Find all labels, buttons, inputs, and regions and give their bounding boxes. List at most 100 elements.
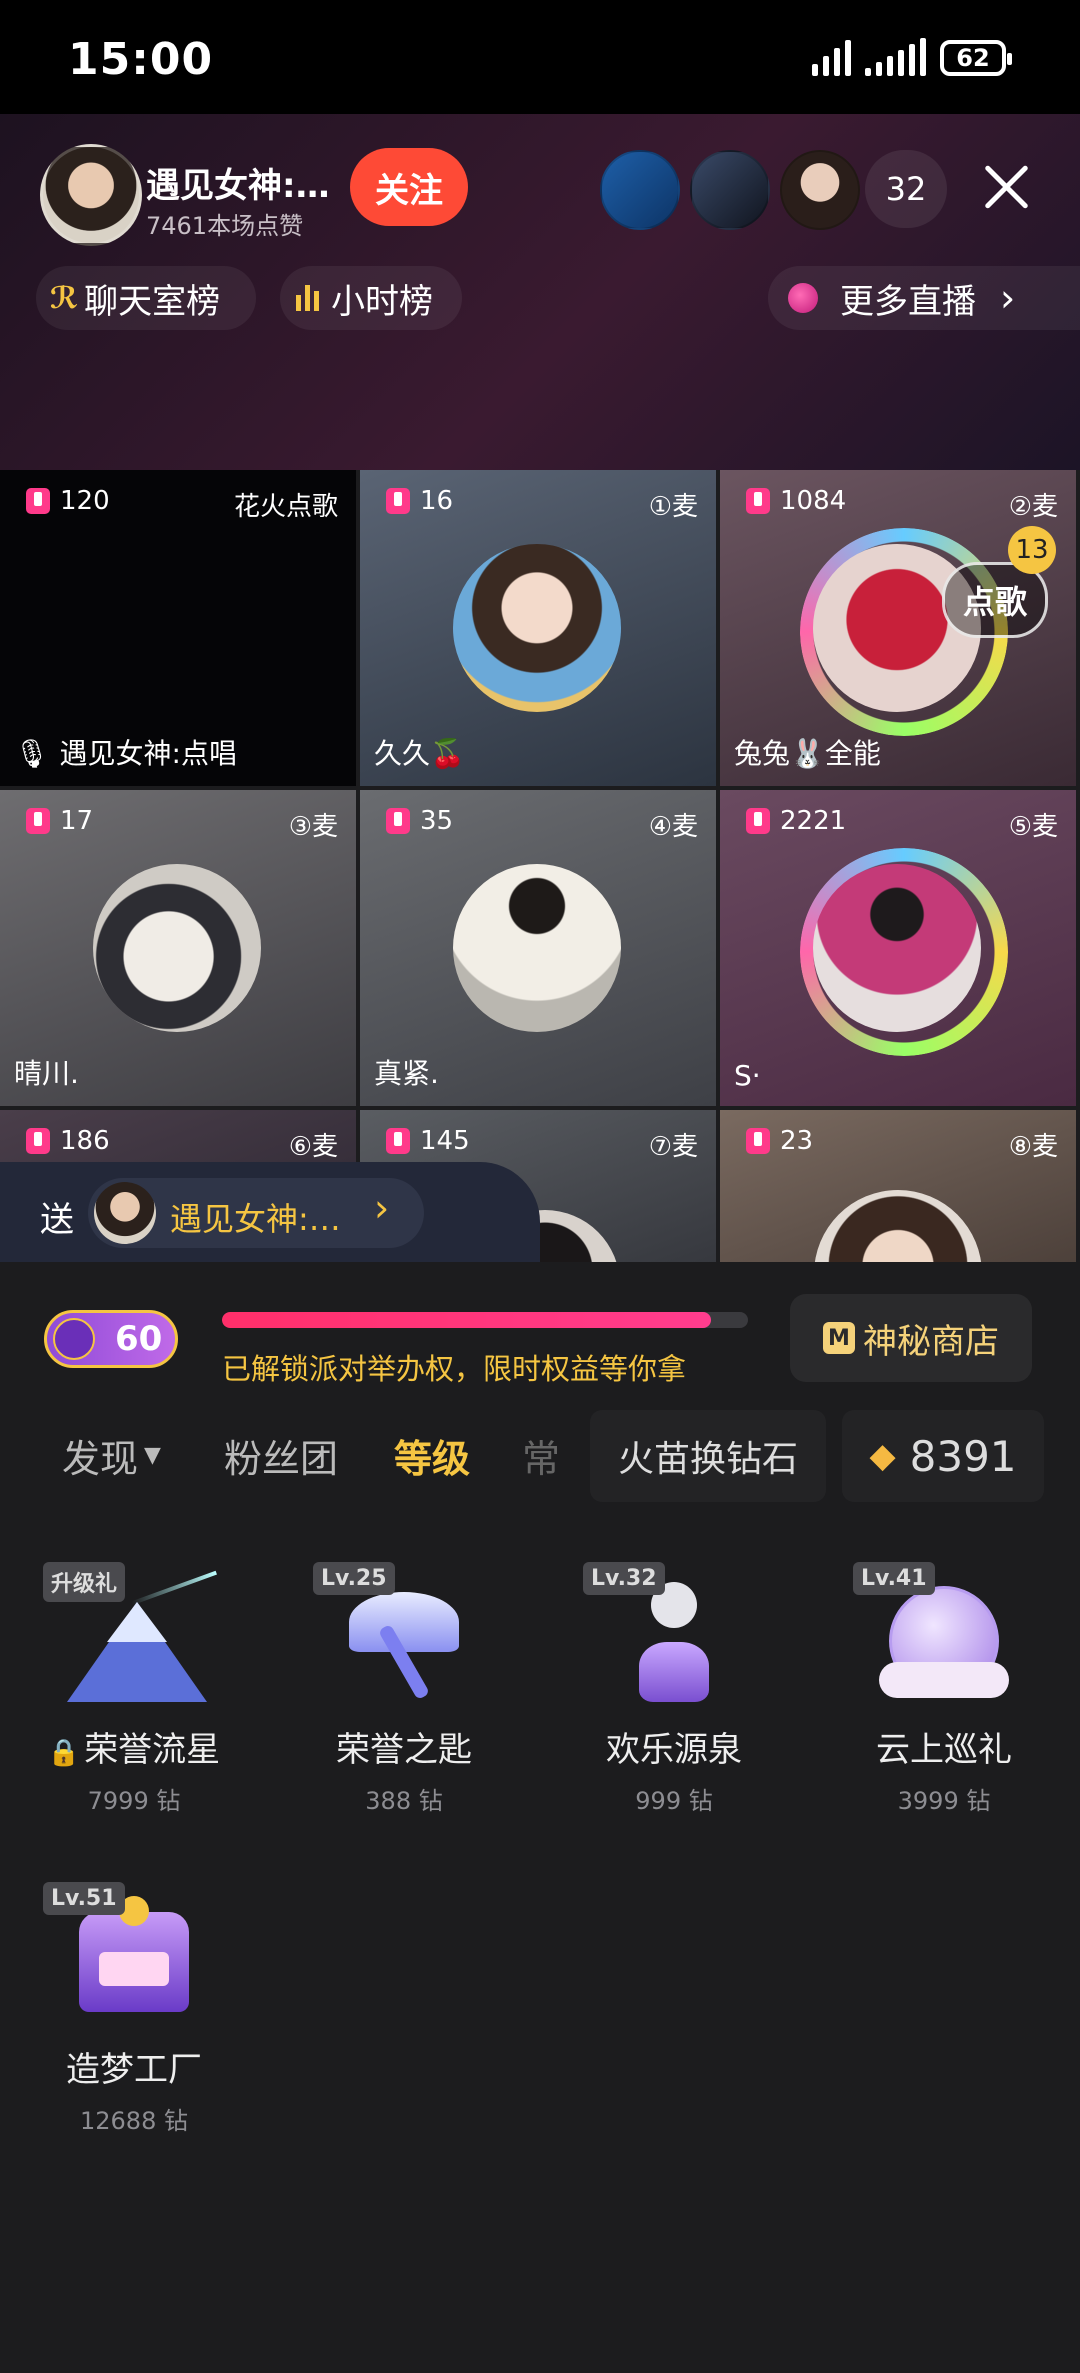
seat-count: 23 (780, 1126, 814, 1156)
seat-count: 1084 (780, 486, 847, 516)
mic-off-icon: 🎙 (14, 737, 50, 770)
seat-count: 17 (60, 806, 94, 836)
gift-box-icon (26, 808, 50, 834)
more-live-button[interactable]: 更多直播 › (768, 266, 1080, 330)
chevron-right-icon: › (1000, 276, 1016, 320)
gift-box-icon (26, 1128, 50, 1154)
close-icon[interactable] (980, 160, 1032, 212)
recipient-selector[interactable]: 遇见女神:… › (88, 1178, 424, 1248)
seat-avatar[interactable] (93, 864, 261, 1032)
host-likes: 7461本场点赞 (146, 212, 304, 240)
more-live-label: 更多直播 (840, 281, 976, 322)
seat-8[interactable]: 23 ⑧麦 (720, 1110, 1076, 1280)
seat-count: 2221 (780, 806, 847, 836)
seat-avatar[interactable] (453, 544, 621, 712)
seat-host[interactable]: 120 花火点歌 🎙 遇见女神:点唱 (0, 470, 356, 786)
status-time: 15:00 (68, 34, 214, 85)
seat-tag: ②麦 (1008, 492, 1058, 522)
signal-icon-2 (865, 36, 926, 76)
seat-name: 🎙 遇见女神:点唱 (14, 737, 237, 770)
seat-3[interactable]: 17 ③麦 晴川. (0, 790, 356, 1106)
seat-avatar[interactable] (453, 864, 621, 1032)
seat-name: 兔兔🐰全能 (734, 737, 881, 770)
gift-tag: 升级礼 (43, 1562, 126, 1602)
level-badge[interactable]: 60 (44, 1310, 178, 1368)
level-progress-bar (222, 1312, 748, 1328)
gift-tabs: 发现 ▼ 粉丝团 等级 常 火苗换钻石 ◆ 8391 (0, 1406, 1080, 1506)
gift-tag: Lv.51 (43, 1882, 125, 1915)
gift-price: 388 钻 (365, 1787, 443, 1815)
gift-item[interactable]: Lv.51 造梦工厂 12688 钻 (24, 1882, 244, 2136)
gift-price: 999 钻 (635, 1787, 713, 1815)
gift-tag: Lv.41 (853, 1562, 935, 1595)
seat-tag: 花火点歌 (233, 492, 338, 522)
seat-1[interactable]: 16 ①麦 久久🍒 (360, 470, 716, 786)
seat-tag: ⑤麦 (1008, 812, 1058, 842)
dream-factory-icon: Lv.51 (43, 1882, 219, 2032)
gift-name: 云上巡礼 (876, 1730, 1012, 1770)
viewer-avatars[interactable] (600, 150, 860, 230)
tab-regular[interactable]: 常 (522, 1428, 560, 1483)
seat-2[interactable]: 1084 ②麦 点歌 13 兔兔🐰全能 (720, 470, 1076, 786)
hour-rank-button[interactable]: 小时榜 (280, 266, 462, 330)
seat-name: 真紧. (374, 1057, 439, 1090)
viewer-avatar[interactable] (600, 150, 680, 230)
seat-count: 35 (420, 806, 454, 836)
seat-count: 120 (60, 486, 110, 516)
seat-tag: ⑧麦 (1008, 1132, 1058, 1162)
level-hint: 已解锁派对举办权，限时权益等你拿 (222, 1352, 687, 1386)
hour-rank-label: 小时榜 (331, 281, 433, 322)
diamond-icon: ◆ (869, 1436, 896, 1476)
mountain-meteor-icon: 升级礼 (43, 1562, 219, 1712)
seat-name: 久久🍒 (374, 737, 465, 770)
gift-price: 7999 钻 (87, 1787, 181, 1815)
seat-name: S· (734, 1059, 761, 1092)
viewer-avatar[interactable] (780, 150, 860, 230)
gift-price: 12688 钻 (80, 2107, 188, 2135)
gift-box-icon (386, 488, 410, 514)
gift-item[interactable]: Lv.41 云上巡礼 3999 钻 (834, 1562, 1054, 1816)
gift-name: 造梦工厂 (66, 2050, 202, 2090)
chat-rank-button[interactable]: ℛ 聊天室榜 (36, 266, 256, 330)
seat-4[interactable]: 35 ④麦 真紧. (360, 790, 716, 1106)
gift-name: 欢乐源泉 (606, 1730, 742, 1770)
seat-count: 16 (420, 486, 454, 516)
seat-tag: ⑥麦 (288, 1132, 338, 1162)
seat-5[interactable]: 2221 ⑤麦 S· (720, 790, 1076, 1106)
gift-item[interactable]: Lv.25 荣誉之匙 388 钻 (294, 1562, 514, 1816)
level-progress-fill (222, 1312, 712, 1328)
rank-icon: ℛ (50, 280, 79, 316)
seat-count: 186 (60, 1126, 110, 1156)
mystery-shop-button[interactable]: M 神秘商店 (790, 1294, 1032, 1382)
diamond-balance[interactable]: ◆ 8391 (842, 1410, 1044, 1502)
gift-box-icon (746, 1128, 770, 1154)
tab-level[interactable]: 等级 (394, 1428, 470, 1483)
recipient-name: 遇见女神:… (170, 1200, 341, 1238)
gift-name: 🔒 荣誉流星 (47, 1730, 221, 1770)
host-avatar[interactable] (40, 144, 142, 246)
lock-icon: 🔒 (47, 1738, 81, 1768)
level-crown-icon (53, 1318, 95, 1360)
dropdown-icon: ▼ (144, 1443, 161, 1468)
gift-box-icon (746, 488, 770, 514)
viewer-count[interactable]: 32 (865, 150, 947, 228)
tab-discover[interactable]: 发现 ▼ (62, 1428, 161, 1483)
exchange-button[interactable]: 火苗换钻石 (590, 1410, 826, 1502)
seat-avatar[interactable] (813, 864, 981, 1032)
seat-tag: ④麦 (648, 812, 698, 842)
gift-item[interactable]: 升级礼 🔒 荣誉流星 7999 钻 (24, 1562, 244, 1816)
viewer-avatar[interactable] (690, 150, 770, 230)
host-name: 遇见女神:… (146, 166, 330, 206)
level-number: 60 (115, 1319, 163, 1359)
tab-fan-club[interactable]: 粉丝团 (224, 1428, 338, 1483)
seat-name: 晴川. (14, 1057, 79, 1090)
follow-button[interactable]: 关注 (350, 148, 468, 226)
gift-price: 3999 钻 (897, 1787, 991, 1815)
signal-icon (812, 36, 851, 76)
winged-key-icon: Lv.25 (313, 1562, 489, 1712)
status-bar: 15:00 62 (0, 0, 1080, 114)
recipient-avatar (94, 1182, 156, 1244)
gift-panel: 60 已解锁派对举办权，限时权益等你拿 M 神秘商店 发现 ▼ 粉丝团 等级 常… (0, 1262, 1080, 2373)
seat-tag: ⑦麦 (648, 1132, 698, 1162)
gift-item[interactable]: Lv.32 欢乐源泉 999 钻 (564, 1562, 784, 1816)
